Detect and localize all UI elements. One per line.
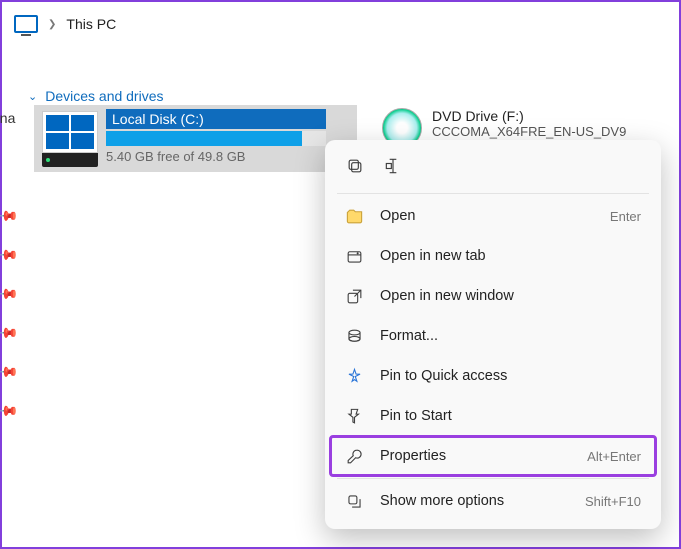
breadcrumb-bar: ❯ This PC [2,2,679,46]
menu-pin-quick-access[interactable]: Pin to Quick access [333,356,653,396]
dvd-name: DVD Drive (F:) [432,108,626,124]
menu-label: Pin to Quick access [380,368,641,384]
menu-label: Properties [380,448,571,464]
menu-hint: Alt+Enter [587,449,641,464]
pin-icon: 📌 [0,360,24,389]
drive-free-text: 5.40 GB free of 49.8 GB [106,149,357,164]
menu-label: Open [380,208,594,224]
breadcrumb-title[interactable]: This PC [66,16,116,32]
partial-text: ona [0,110,22,126]
pc-icon [14,15,38,33]
menu-hint: Enter [610,209,641,224]
drive-icon [42,111,98,167]
pin-icon: 📌 [0,399,24,428]
menu-label: Open in new tab [380,248,641,264]
pin-icon: 📌 [0,204,24,233]
drive-name: Local Disk (C:) [106,109,326,129]
menu-show-more[interactable]: Show more options Shift+F10 [333,481,653,521]
rename-icon[interactable] [383,156,403,181]
drive-local-disk-c[interactable]: Local Disk (C:) 5.40 GB free of 49.8 GB [34,105,357,172]
menu-open-new-window[interactable]: Open in new window [333,276,653,316]
section-header[interactable]: ⌄ Devices and drives [2,46,679,112]
chevron-down-icon: ⌄ [28,90,37,103]
menu-format[interactable]: Format... [333,316,653,356]
section-label: Devices and drives [45,88,163,104]
drive-usage-bar [106,131,326,146]
separator [337,193,649,194]
menu-label: Pin to Start [380,408,641,424]
pin-icon: 📌 [0,243,24,272]
chevron-right-icon: ❯ [48,19,56,30]
menu-label: Format... [380,328,641,344]
menu-label: Open in new window [380,288,641,304]
menu-open-new-tab[interactable]: Open in new tab [333,236,653,276]
menu-label: Show more options [380,493,569,509]
pin-icon: 📌 [0,321,24,350]
context-menu: Open Enter Open in new tab Open in new w… [325,140,661,529]
menu-hint: Shift+F10 [585,494,641,509]
pin-icon: 📌 [0,282,24,311]
copy-icon[interactable] [345,156,365,181]
menu-pin-start[interactable]: Pin to Start [333,396,653,436]
dvd-sub: CCCOMA_X64FRE_EN-US_DV9 [432,124,626,139]
nav-pane-edge: ona 📌 📌 📌 📌 📌 📌 [0,110,22,444]
menu-properties[interactable]: Properties Alt+Enter [333,436,653,476]
separator [337,478,649,479]
menu-open[interactable]: Open Enter [333,196,653,236]
